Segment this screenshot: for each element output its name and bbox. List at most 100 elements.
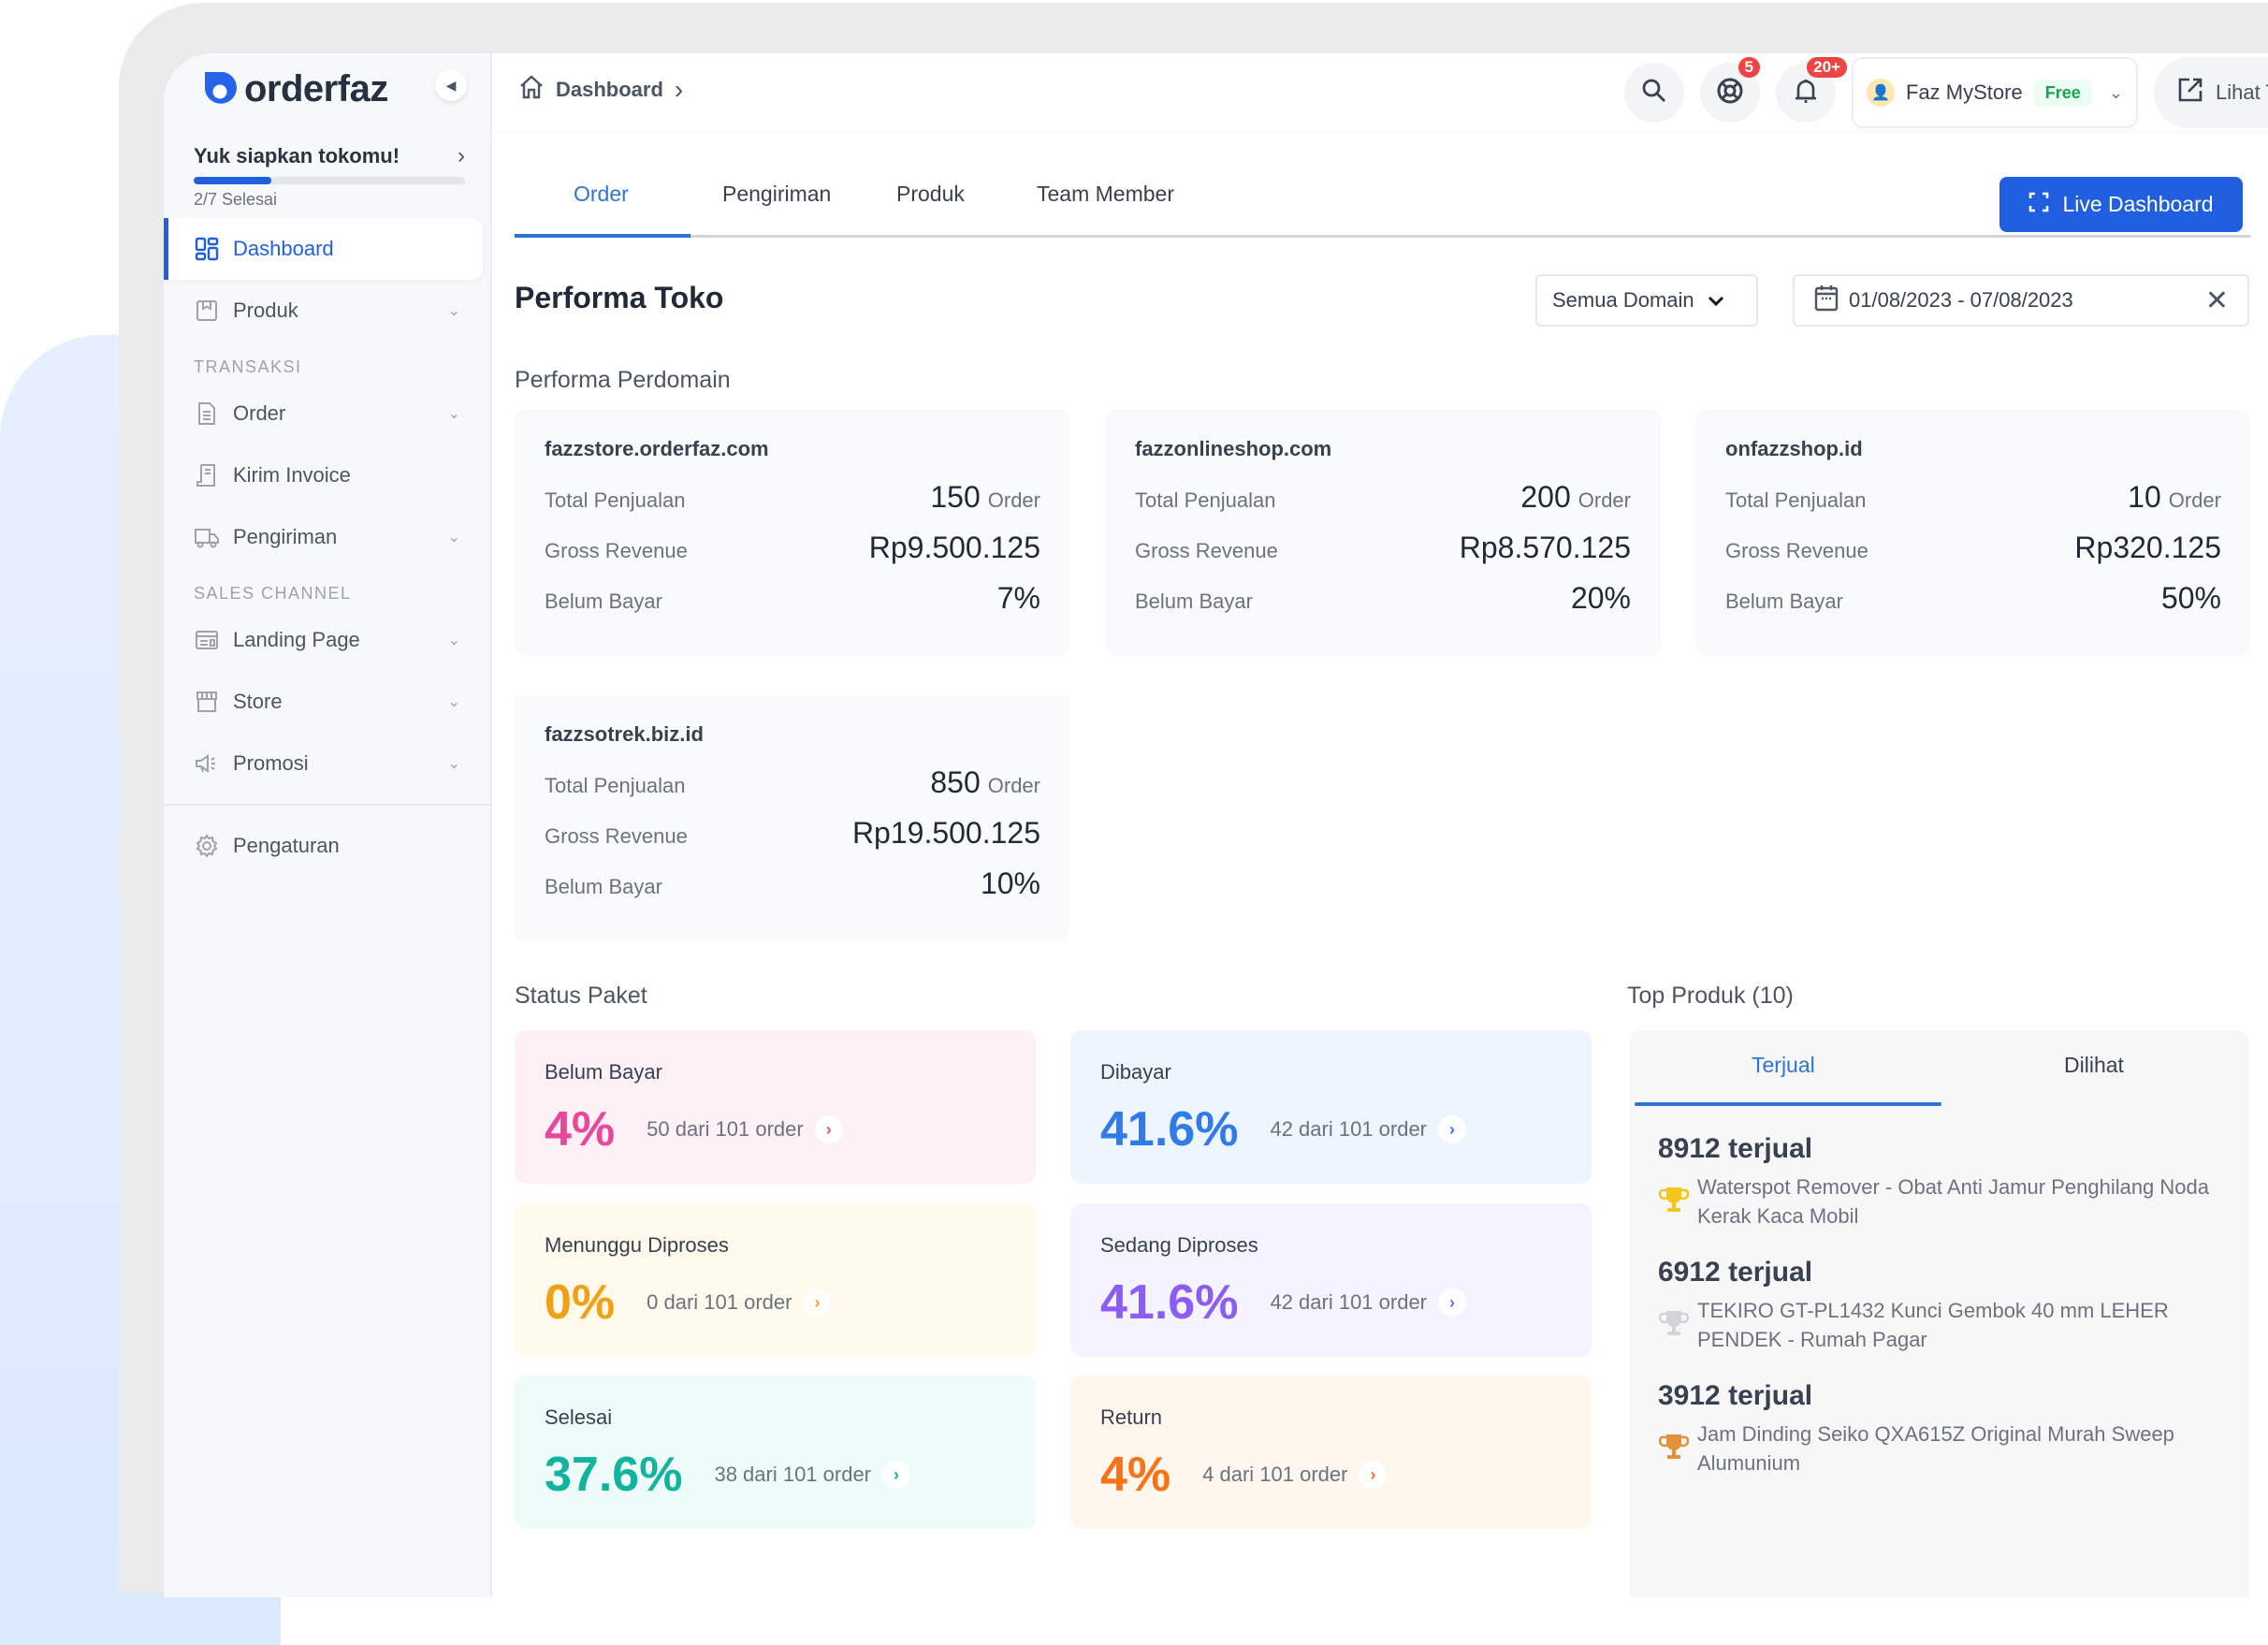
top-product-item[interactable]: 3912 terjual Jam Dinding Seiko QXA615Z O…	[1630, 1380, 2249, 1478]
brand-logo[interactable]: orderfaz	[199, 68, 388, 110]
sidebar-item-pengaturan[interactable]: Pengaturan	[164, 815, 492, 877]
status-card[interactable]: Belum Bayar 4% 50 dari 101 order ›	[515, 1030, 1036, 1184]
belum-bayar-row: Belum Bayar 50%	[1725, 581, 2221, 632]
chevron-right-icon[interactable]: ›	[1359, 1461, 1388, 1489]
domain-name: fazzstore.orderfaz.com	[545, 437, 769, 460]
status-percentage: 41.6%	[1100, 1275, 1239, 1330]
tab-dilihat[interactable]: Dilihat	[2064, 1053, 2124, 1078]
status-card[interactable]: Dibayar 41.6% 42 dari 101 order ›	[1070, 1030, 1592, 1184]
status-card[interactable]: Selesai 37.6% 38 dari 101 order ›	[515, 1376, 1036, 1529]
belum-bayar-label: Belum Bayar	[1725, 590, 1843, 613]
sidebar-item-produk[interactable]: Produk ⌄	[164, 280, 492, 342]
domain-name: onfazzshop.id	[1725, 437, 1863, 460]
sidebar-nav: Dashboard Produk ⌄ TRANSAKSI Order ⌄ Kir…	[164, 218, 492, 877]
sidebar-item-store[interactable]: Store ⌄	[164, 671, 492, 733]
total-penjualan-row: Total Penjualan 10 Order	[1725, 480, 2221, 531]
sidebar-item-label: Kirim Invoice	[233, 463, 351, 487]
gross-revenue-row: Gross Revenue Rp19.500.125	[545, 816, 1040, 866]
sidebar-item-kirim-invoice[interactable]: Kirim Invoice	[164, 444, 492, 506]
search-button[interactable]	[1624, 63, 1684, 123]
gross-revenue-label: Gross Revenue	[1725, 539, 1868, 562]
help-button[interactable]: 5	[1700, 57, 1760, 123]
belum-bayar-value: 10%	[980, 866, 1040, 900]
chevron-right-icon[interactable]: ›	[1438, 1115, 1467, 1143]
total-penjualan-row: Total Penjualan 200 Order	[1135, 480, 1631, 531]
orderfaz-logo-icon	[199, 70, 239, 109]
order-unit: Order	[987, 774, 1040, 797]
sidebar-item-label: Promosi	[233, 751, 309, 775]
sidebar-item-order[interactable]: Order ⌄	[164, 383, 492, 444]
tab-pengiriman[interactable]: Pengiriman	[722, 182, 831, 207]
section-label-transaksi: TRANSAKSI	[194, 357, 302, 376]
total-penjualan-label: Total Penjualan	[1725, 488, 1867, 512]
gross-revenue-label: Gross Revenue	[545, 824, 688, 848]
status-percentage: 0%	[545, 1275, 616, 1330]
belum-bayar-value: 20%	[1570, 581, 1631, 615]
tab-terjual[interactable]: Terjual	[1752, 1053, 1815, 1078]
product-name: Waterspot Remover - Obat Anti Jamur Peng…	[1697, 1175, 2210, 1228]
clear-date-icon[interactable]: ✕	[2205, 284, 2229, 317]
sold-count: 8912 terjual	[1658, 1133, 1813, 1164]
header-actions: 5 20+ 👤 Faz MyStore Free ⌄ Lihat Toko	[1624, 57, 2268, 128]
chevron-right-icon[interactable]: ›	[882, 1461, 911, 1489]
top-header: Dashboard › 5 20+ 👤 Faz MyStore Free ⌄ L…	[492, 53, 2268, 130]
sidebar-item-label: Pengiriman	[233, 525, 338, 548]
active-tab-indicator	[515, 234, 691, 238]
collapse-sidebar-button[interactable]: ◀	[435, 69, 467, 101]
status-label: Return	[1100, 1405, 1163, 1429]
brand-name: orderfaz	[244, 68, 388, 109]
tab-team-member[interactable]: Team Member	[1037, 182, 1174, 207]
sidebar-item-promosi[interactable]: Promosi ⌄	[164, 733, 492, 794]
top-product-item[interactable]: 6912 terjual TEKIRO GT-PL1432 Kunci Gemb…	[1630, 1257, 2249, 1354]
status-label: Sedang Diproses	[1100, 1233, 1258, 1257]
active-tab-indicator	[1635, 1102, 1941, 1106]
document-icon	[194, 400, 220, 427]
gross-revenue-label: Gross Revenue	[1135, 539, 1278, 562]
tab-produk[interactable]: Produk	[896, 182, 965, 207]
status-label: Belum Bayar	[545, 1060, 662, 1084]
lihat-toko-button[interactable]: Lihat Toko	[2154, 57, 2268, 128]
belum-bayar-row: Belum Bayar 10%	[545, 866, 1040, 917]
sidebar-item-label: Order	[233, 401, 286, 425]
chevron-right-icon[interactable]: ›	[803, 1288, 832, 1317]
chevron-right-icon[interactable]: ›	[1438, 1288, 1467, 1317]
status-card[interactable]: Return 4% 4 dari 101 order ›	[1070, 1376, 1592, 1529]
gross-revenue-value: Rp19.500.125	[851, 816, 1040, 850]
status-count: 42 dari 101 order	[1270, 1117, 1428, 1141]
order-count: 200	[1520, 480, 1571, 514]
sidebar-item-landing-page[interactable]: Landing Page ⌄	[164, 609, 492, 671]
sidebar: orderfaz ◀ Yuk siapkan tokomu! › 2/7 Sel…	[164, 53, 492, 1597]
gross-revenue-row: Gross Revenue Rp8.570.125	[1135, 531, 1631, 581]
domain-filter-select[interactable]: Semua Domain	[1535, 274, 1758, 327]
gear-icon	[194, 833, 220, 859]
top-product-item[interactable]: 8912 terjual Waterspot Remover - Obat An…	[1630, 1133, 2249, 1230]
date-range-picker[interactable]: 01/08/2023 - 07/08/2023 ✕	[1793, 274, 2249, 327]
plan-badge: Free	[2033, 79, 2092, 107]
sidebar-item-pengiriman[interactable]: Pengiriman ⌄	[164, 506, 492, 568]
status-card[interactable]: Sedang Diproses 41.6% 42 dari 101 order …	[1070, 1203, 1592, 1357]
setup-title: Yuk siapkan tokomu!	[194, 144, 400, 167]
bell-icon	[1792, 76, 1820, 110]
total-penjualan-label: Total Penjualan	[545, 488, 686, 512]
chevron-down-icon: ⌄	[447, 303, 460, 319]
breadcrumb-dashboard[interactable]: Dashboard	[556, 78, 663, 102]
top-produk-tabs: Terjual Dilihat	[1630, 1030, 2249, 1107]
app-window: orderfaz ◀ Yuk siapkan tokomu! › 2/7 Sel…	[164, 53, 2268, 1597]
tab-order[interactable]: Order	[574, 182, 629, 207]
order-unit: Order	[1577, 488, 1631, 512]
status-label: Dibayar	[1100, 1060, 1171, 1084]
belum-bayar-row: Belum Bayar 20%	[1135, 581, 1631, 632]
order-count: 150	[930, 480, 981, 514]
lifebuoy-icon	[1715, 76, 1745, 110]
setup-progress[interactable]: Yuk siapkan tokomu! › 2/7 Selesai	[194, 143, 465, 210]
status-card[interactable]: Menunggu Diproses 0% 0 dari 101 order ›	[515, 1203, 1036, 1357]
fullscreen-icon	[2028, 192, 2049, 218]
notifications-button[interactable]: 20+	[1776, 57, 1847, 123]
store-selector[interactable]: 👤 Faz MyStore Free ⌄	[1852, 57, 2138, 128]
home-icon[interactable]	[518, 74, 545, 106]
status-label: Menunggu Diproses	[545, 1233, 729, 1257]
setup-progress-fill	[194, 177, 271, 184]
sidebar-item-dashboard[interactable]: Dashboard	[164, 218, 483, 280]
live-dashboard-button[interactable]: Live Dashboard	[1999, 177, 2243, 232]
chevron-right-icon[interactable]: ›	[814, 1115, 843, 1143]
